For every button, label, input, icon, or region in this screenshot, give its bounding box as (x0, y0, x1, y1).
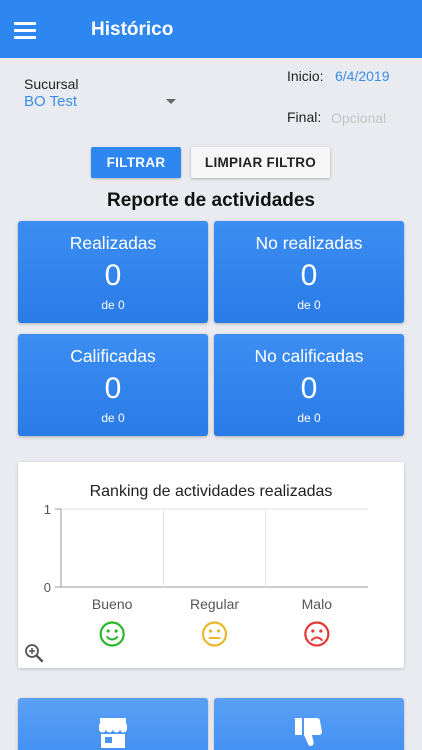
end-date-field[interactable]: Opcional (331, 110, 386, 126)
x-tick-label: Bueno (92, 596, 133, 612)
zoom-in-icon[interactable] (24, 643, 44, 663)
hamburger-menu-icon[interactable] (14, 22, 36, 39)
stat-card-value: 0 (104, 259, 122, 292)
stat-card-subtext: de 0 (101, 298, 125, 312)
start-date-label: Inicio: (287, 68, 324, 84)
y-tick-label: 0 (44, 580, 51, 595)
stat-card-title: Calificadas (70, 346, 156, 366)
neutral-face-icon (201, 621, 228, 647)
stat-card-value: 0 (300, 259, 318, 292)
x-tick-label: Malo (302, 596, 333, 612)
stat-card-value: 0 (300, 372, 318, 405)
page-title: Histórico (91, 19, 174, 40)
branch-select[interactable]: BO Test (24, 93, 178, 115)
ranking-chart-card: Ranking de actividades realizadas 0 1 Buen… (18, 462, 404, 668)
stat-card-no-calificadas[interactable]: No calificadas 0 de 0 (214, 334, 404, 436)
store-icon (99, 718, 127, 748)
stat-card-realizadas[interactable]: Realizadas 0 de 0 (18, 221, 208, 323)
start-date-field[interactable]: 6/4/2019 (335, 68, 390, 84)
report-title: Reporte de actividades (106, 190, 316, 211)
filter-button[interactable]: FILTRAR (91, 147, 181, 178)
end-date-label: Final: (287, 109, 322, 125)
app-bar: Histórico (0, 0, 422, 58)
clear-filter-button[interactable]: LIMPIAR FILTRO (191, 147, 330, 178)
stat-card-subtext: de 0 (297, 298, 321, 312)
stat-card-subtext: de 0 (101, 411, 125, 425)
smile-face-icon (99, 621, 125, 647)
stat-card-title: Realizadas (69, 233, 157, 253)
chevron-down-icon (166, 99, 176, 104)
sad-face-icon (304, 621, 330, 647)
y-tick-label: 1 (44, 502, 51, 517)
stat-card-no-realizadas[interactable]: No realizadas 0 de 0 (214, 221, 404, 323)
ranking-chart: 0 1 Bueno Regular Malo (44, 502, 368, 647)
stat-card-value: 0 (104, 372, 122, 405)
stat-card-title: No realizadas (255, 233, 363, 253)
stat-card-title: No calificadas (254, 346, 364, 366)
store-card[interactable] (18, 698, 208, 750)
stat-card-subtext: de 0 (297, 411, 321, 425)
branch-label: Sucursal (24, 76, 79, 92)
thumbs-down-card[interactable] (214, 698, 404, 750)
thumbs-down-icon (295, 718, 322, 746)
stat-card-calificadas[interactable]: Calificadas 0 de 0 (18, 334, 208, 436)
branch-value: BO Test (24, 93, 78, 110)
x-tick-label: Regular (190, 596, 239, 612)
